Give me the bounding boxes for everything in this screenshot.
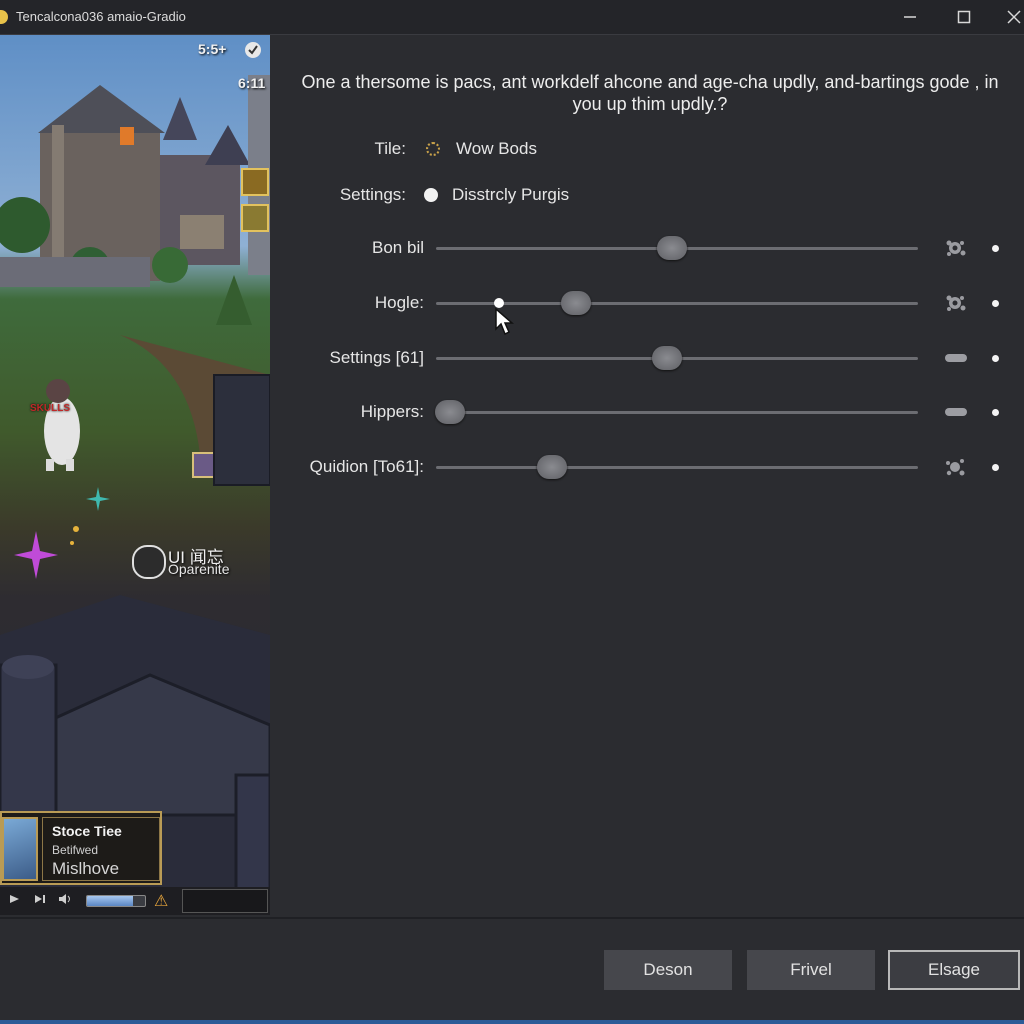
slider-action-button[interactable] <box>944 292 968 314</box>
slider-track[interactable] <box>436 346 918 370</box>
title-field-value[interactable]: Wow Bods <box>456 139 537 159</box>
item-thumbnail <box>2 817 38 881</box>
pill-icon <box>945 354 967 362</box>
gear-icon <box>946 240 966 256</box>
loading-icon <box>426 142 440 156</box>
maximize-icon <box>957 10 971 24</box>
slider-thumb[interactable] <box>652 346 683 370</box>
item-title: Stoce Tiee <box>52 823 122 839</box>
slider-row: Quidion [To61]: <box>270 447 1024 487</box>
slider-row: Bon bil <box>270 228 1024 268</box>
slider-indicator-dot <box>992 300 999 307</box>
slider-thumb[interactable] <box>560 291 591 315</box>
play-icon <box>10 895 19 903</box>
mouse-cursor-icon <box>495 307 514 336</box>
volume-icon <box>59 894 70 904</box>
minimize-button[interactable] <box>888 2 932 32</box>
pill-icon <box>945 408 967 416</box>
slider-label: Hippers: <box>360 402 424 421</box>
slider-action-button[interactable] <box>944 347 968 369</box>
slider-action-button[interactable] <box>944 456 968 478</box>
settings-panel: One a thersome is pacs, ant workdelf ahc… <box>270 35 1024 917</box>
stone-wall <box>0 257 150 287</box>
panel-question: One a thersome is pacs, ant workdelf ahc… <box>301 72 999 114</box>
game-viewport[interactable]: 5:5+ 6:11 SKULLS UI 闻忘 Oparenite Stoce T… <box>0 35 270 915</box>
settings-radio[interactable] <box>424 188 438 202</box>
media-progress-bar[interactable] <box>86 895 146 907</box>
notification-subtitle: Oparenite <box>168 561 230 577</box>
lock-icon <box>132 545 166 579</box>
maximize-button[interactable] <box>942 2 986 32</box>
slider-indicator-dot <box>992 409 999 416</box>
slider-row: Hippers: <box>270 392 1024 432</box>
minimize-icon <box>904 16 916 18</box>
item-name: Mislhove <box>52 859 120 878</box>
checkmark-icon <box>245 42 261 58</box>
gear-icon <box>946 295 966 311</box>
slider-track[interactable] <box>436 455 918 479</box>
slider-row: Hogle: <box>270 283 1024 323</box>
slider-thumb[interactable] <box>657 236 688 260</box>
hud-clock: 5:5+ <box>198 41 227 57</box>
media-progress-fill <box>87 896 134 906</box>
player-character <box>44 379 80 471</box>
window-title: Tencalcona036 amaio-Gradio <box>16 9 186 24</box>
splat-icon <box>946 459 965 476</box>
slider-label: Settings [61] <box>329 348 424 367</box>
slider-label: Quidion [To61]: <box>309 457 424 476</box>
item-subtitle: Betifwed <box>52 843 99 857</box>
slider-indicator-dot <box>992 355 999 362</box>
close-button[interactable] <box>992 2 1024 32</box>
slider-action-button[interactable] <box>944 401 968 423</box>
slider-label: Hogle: <box>374 293 424 312</box>
play-button[interactable] <box>8 893 24 909</box>
slider-track[interactable] <box>435 400 918 424</box>
slider-row: Settings [61] <box>270 338 1024 378</box>
magic-sparkles <box>14 487 110 579</box>
castle-illustration <box>38 75 270 285</box>
next-button[interactable] <box>34 893 50 909</box>
settings-field-value[interactable]: Disstrcly Purgis <box>452 185 569 205</box>
frivel-button[interactable]: Frivel <box>747 950 875 990</box>
slider-thumb[interactable] <box>435 400 466 424</box>
volume-button[interactable] <box>58 893 74 909</box>
close-icon <box>1007 10 1021 24</box>
skip-forward-icon <box>35 895 45 903</box>
elsage-button[interactable]: Elsage <box>888 950 1020 990</box>
hud-counter: 6:11 <box>238 75 266 91</box>
item-card[interactable]: Stoce Tiee Betifwed Mislhove <box>0 811 162 885</box>
slider-track[interactable] <box>436 291 918 315</box>
warning-icon: ⚠ <box>154 893 169 910</box>
slider-indicator-dot <box>992 245 999 252</box>
deson-button[interactable]: Deson <box>604 950 732 990</box>
settings-field-label: Settings: <box>339 185 406 204</box>
footer: Deson Frivel Elsage <box>0 919 1024 1020</box>
app-icon <box>0 10 8 24</box>
character-name-tag: SKULLS <box>30 403 70 414</box>
slider-indicator-dot <box>992 464 999 471</box>
slider-track[interactable] <box>436 236 918 260</box>
title-field-label: Tile: <box>374 139 407 158</box>
media-controls: ⚠ <box>0 887 270 915</box>
title-bar: Tencalcona036 amaio-Gradio <box>0 0 1024 35</box>
slider-label: Bon bil <box>372 238 424 257</box>
bottom-edge <box>0 1020 1024 1024</box>
slider-action-button[interactable] <box>944 237 968 259</box>
media-timeline[interactable] <box>182 889 268 913</box>
game-scene <box>0 75 270 915</box>
slider-thumb[interactable] <box>536 455 567 479</box>
